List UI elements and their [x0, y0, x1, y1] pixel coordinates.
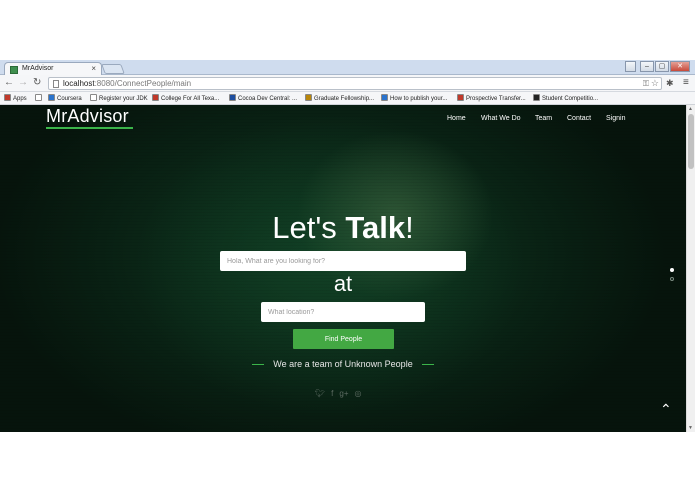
reload-icon[interactable]: ↻: [33, 77, 41, 89]
toolbar: ← → ↻ localhost:8080/ConnectPeople/main …: [0, 75, 695, 92]
bookmark-label: Register your JDK: [99, 96, 148, 102]
bookmark-item[interactable]: Register your JDK: [90, 94, 148, 103]
tagline-text: We are a team of Unknown People: [273, 359, 413, 369]
bookmark-label: Student Competitio...: [542, 96, 599, 102]
bookmark-item[interactable]: Cocoa Dev Central: ...: [229, 94, 297, 103]
url-path: :8080/ConnectPeople/main: [94, 79, 192, 88]
site-logo[interactable]: MrAdvisor: [46, 106, 129, 127]
fellowship-icon: [305, 94, 312, 101]
hero-title: Let's Talk!: [0, 210, 686, 246]
page-viewport: MrAdvisor Home What We Do Team Contact S…: [0, 105, 686, 432]
search-input[interactable]: [220, 251, 466, 271]
bookmark-item[interactable]: Prospective Transfer...: [457, 94, 526, 103]
url-text[interactable]: localhost:8080/ConnectPeople/main: [63, 79, 191, 88]
forward-arrow-icon[interactable]: →: [18, 77, 28, 89]
tagline-dash-left: [252, 364, 265, 366]
bookmarks-bar: Apps Coursera Register your JDK College For…: [0, 92, 695, 105]
browser-window: MrAdvisor × – ▢ ✕ ← → ↻ localhost:8080/C…: [0, 60, 695, 432]
tagline-dash-right: [421, 364, 434, 366]
coursera-icon: [48, 94, 55, 101]
close-tab-icon[interactable]: ×: [91, 64, 96, 73]
cocoa-icon: [229, 94, 236, 101]
back-arrow-icon[interactable]: ←: [4, 77, 14, 89]
menu-icon[interactable]: ≡: [683, 77, 689, 88]
shield-icon: [457, 94, 464, 101]
bookmark-label: Graduate Fellowship...: [314, 96, 375, 102]
hero-title-suffix: !: [405, 210, 414, 245]
maximize-button[interactable]: ▢: [655, 61, 669, 72]
find-people-button[interactable]: Find People: [293, 329, 394, 349]
address-bar[interactable]: localhost:8080/ConnectPeople/main ⚿ ☆: [48, 77, 662, 90]
bookmark-label: College For All Texa...: [161, 96, 220, 102]
globe-icon: [381, 94, 388, 101]
apps-grid-icon: [4, 94, 11, 101]
tab-title: MrAdvisor: [22, 65, 54, 72]
facebook-icon[interactable]: f: [331, 389, 333, 398]
bookmark-item[interactable]: Student Competitio...: [533, 94, 598, 103]
bookmark-label: How to publish your...: [390, 96, 448, 102]
nav-contact[interactable]: Contact: [567, 115, 591, 122]
bookmark-label: Prospective Transfer...: [466, 96, 526, 102]
bookmark-star-icon[interactable]: ☆: [651, 78, 659, 89]
tab-strip: MrAdvisor × – ▢ ✕: [0, 60, 695, 76]
scroll-up-icon[interactable]: ▲: [688, 106, 693, 112]
key-icon[interactable]: ⚿: [643, 79, 649, 89]
new-tab-button[interactable]: [101, 64, 125, 74]
nav-team[interactable]: Team: [535, 115, 552, 122]
scroll-to-top-icon[interactable]: ⌃: [660, 401, 672, 418]
bookmark-label: Cocoa Dev Central: ...: [238, 96, 298, 102]
profile-icon[interactable]: [625, 61, 636, 72]
slide-dot-active[interactable]: [670, 268, 674, 272]
page-scrollbar[interactable]: ▲ ▼: [686, 105, 695, 432]
tagline: We are a team of Unknown People: [0, 359, 686, 369]
hero-title-prefix: Let's: [272, 210, 346, 245]
page-icon: [35, 94, 42, 101]
nav-what-we-do[interactable]: What We Do: [481, 115, 521, 122]
social-links: 🐦︎ f g+ ◎: [315, 389, 368, 398]
page-icon: [53, 80, 59, 88]
bookmark-label: Apps: [13, 96, 27, 102]
bookmark-item[interactable]: Coursera: [48, 94, 82, 103]
url-host: localhost: [63, 79, 95, 88]
extension-puzzle-icon[interactable]: ✱: [666, 78, 674, 89]
slide-dot[interactable]: [670, 277, 674, 281]
favicon-icon: [10, 66, 18, 74]
scroll-down-icon[interactable]: ▼: [688, 425, 693, 431]
logo-underline: [46, 127, 133, 129]
bookmark-item[interactable]: College For All Texa...: [152, 94, 219, 103]
google-plus-icon[interactable]: g+: [339, 389, 348, 398]
competition-icon: [533, 94, 540, 101]
page-icon: [90, 94, 97, 101]
scroll-thumb[interactable]: [688, 114, 694, 169]
close-window-button[interactable]: ✕: [670, 61, 690, 72]
location-input[interactable]: [261, 302, 425, 322]
at-label: at: [333, 271, 353, 296]
nav-signin[interactable]: Signin: [606, 115, 625, 122]
bookmark-item[interactable]: [35, 94, 44, 103]
bookmark-item[interactable]: How to publish your...: [381, 94, 447, 103]
bookmark-item[interactable]: Graduate Fellowship...: [305, 94, 374, 103]
star-icon: [152, 94, 159, 101]
twitter-icon[interactable]: 🐦︎: [315, 389, 325, 398]
minimize-button[interactable]: –: [640, 61, 654, 72]
hero-title-bold: Talk: [345, 210, 406, 245]
bookmark-item[interactable]: Apps: [4, 94, 27, 103]
nav-home[interactable]: Home: [447, 115, 466, 122]
browser-tab[interactable]: MrAdvisor ×: [4, 62, 102, 76]
bookmark-label: Coursera: [57, 96, 82, 102]
dribbble-icon[interactable]: ◎: [355, 389, 362, 398]
